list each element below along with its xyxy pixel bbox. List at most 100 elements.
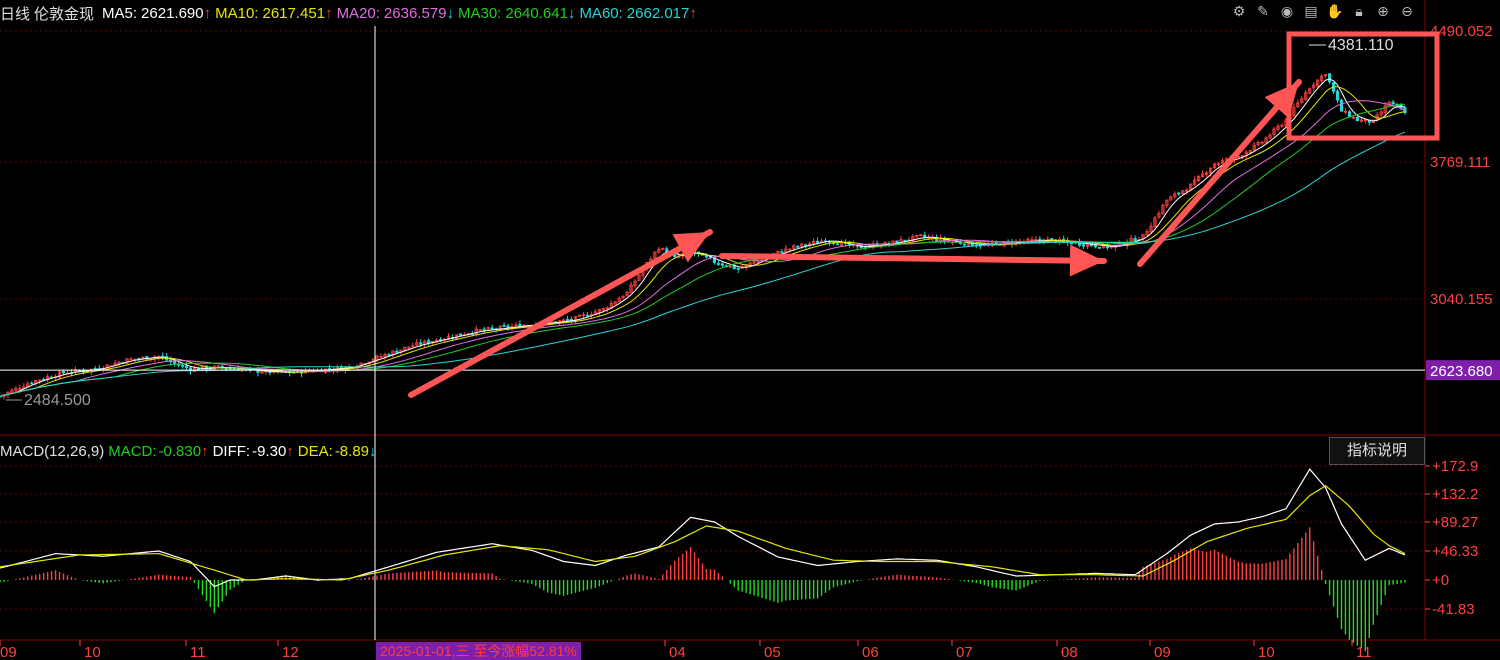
macd-title: MACD(12,26,9): [0, 442, 105, 460]
pen-icon[interactable]: ✎: [1254, 2, 1272, 20]
candle-body: [720, 263, 724, 266]
candle-body: [482, 328, 486, 331]
ma30-line: [0, 103, 1406, 397]
candle-body: [1081, 244, 1086, 247]
candle-body: [804, 244, 808, 247]
time-tick-label: 10: [84, 644, 101, 660]
time-tick-label: 06: [862, 644, 879, 660]
candle-body: [419, 342, 423, 345]
candle-body: [796, 245, 800, 248]
ma30-label: MA30:: [458, 4, 502, 22]
candle-body: [61, 370, 66, 374]
ma60-line: [0, 131, 1406, 397]
ma60-value: 2662.017: [626, 4, 690, 22]
hand-icon[interactable]: ✋: [1326, 2, 1344, 20]
time-tick-label: 11: [1356, 644, 1372, 660]
settings-icon[interactable]: ⚙: [1230, 2, 1248, 20]
time-tick-label: 04: [669, 644, 686, 660]
crosshair-date-tag: 2025-01-01,三 至今涨幅52.81%: [376, 642, 581, 660]
candle-body: [923, 234, 927, 238]
candle-body: [1355, 116, 1359, 122]
macd-arrow: ↑: [201, 442, 209, 460]
high-price-mark: 4381.110: [1328, 37, 1394, 54]
candle-body: [780, 251, 784, 254]
lock-icon[interactable]: 🔒︎: [1350, 2, 1368, 20]
current-price-label: 2623.680: [1430, 363, 1493, 380]
candle-body: [30, 382, 34, 385]
ma30-arrow: ↓: [567, 4, 576, 22]
chart-toolbar: ⚙ ✎ ◉ ▤ ✋ 🔒︎ ⊕ ⊖: [1230, 2, 1416, 20]
price-tick-label: 3040.155: [1430, 291, 1493, 308]
ma20-line: [0, 100, 1406, 397]
candle-body: [180, 364, 185, 367]
macd-legend: MACD(12,26,9) MACD: -0.830 ↑ DIFF: -9.30 ↑ D…: [0, 441, 381, 461]
candle-body: [962, 243, 967, 246]
dea-arrow: ↓: [369, 442, 377, 460]
candle-body: [1327, 73, 1332, 83]
candle-body: [958, 242, 963, 245]
candle-body: [1177, 192, 1181, 195]
ma60-label: MA60:: [579, 4, 623, 22]
ma10-value: 2617.451: [262, 4, 326, 22]
candle-body: [1093, 244, 1098, 248]
candle-body: [1097, 246, 1101, 249]
candle-body: [585, 314, 590, 317]
candle-body: [93, 368, 97, 370]
candle-body: [1133, 238, 1137, 242]
candle-body: [736, 267, 740, 270]
grid-lines: [0, 30, 1425, 610]
ma20-value: 2636.579: [383, 4, 447, 22]
time-tick-label: 10: [1258, 644, 1275, 660]
diff-value: -9.30: [252, 442, 287, 460]
sideways-arrow: [719, 253, 1107, 264]
diff-arrow: ↑: [286, 442, 294, 460]
time-tick-label: 08: [1061, 644, 1078, 660]
candle-body: [1347, 111, 1352, 118]
candle-body: [1050, 238, 1054, 240]
candle-body: [1339, 99, 1344, 112]
dea-label: DEA:: [297, 442, 333, 460]
uptrend-arrow-2: [1137, 79, 1302, 267]
candle-body: [565, 319, 570, 321]
ma20-arrow: ↓: [446, 4, 455, 22]
macd-histogram: [0, 527, 1406, 652]
eye-icon[interactable]: ◉: [1278, 2, 1296, 20]
time-tick-label: 11: [190, 644, 206, 660]
candle-body: [502, 325, 506, 327]
time-tick-label: 05: [764, 644, 781, 660]
candle-body: [184, 365, 189, 369]
ma-legend: 日线 伦敦金现 MA5: 2621.690 ↑ MA10: 2617.451 ↑ MA2…: [0, 2, 701, 24]
macd-value: -0.830: [158, 442, 202, 460]
candle-body: [1391, 101, 1395, 105]
symbol-label: 伦敦金现: [34, 5, 95, 23]
toolbox-icon[interactable]: ▤: [1302, 2, 1320, 20]
macd-tick-label: +132.2: [1432, 486, 1478, 503]
candle-body: [490, 327, 494, 330]
zoom-out-icon[interactable]: ⊖: [1398, 2, 1416, 20]
time-tick-label: 07: [956, 644, 973, 660]
zoom-in-icon[interactable]: ⊕: [1374, 2, 1392, 20]
ma20-label: MA20:: [336, 4, 380, 22]
diff-label: DIFF:: [212, 442, 251, 460]
dea-value: -8.89: [334, 442, 370, 460]
ma5-label: MA5:: [102, 4, 138, 22]
macd-tick-label: -41.83: [1432, 601, 1475, 618]
indicator-description-button[interactable]: 指标说明: [1329, 437, 1425, 465]
ma60-arrow: ↑: [689, 4, 697, 22]
candle-body: [427, 340, 431, 344]
ma30-value: 2640.641: [505, 4, 568, 22]
period-label: 日线: [0, 5, 31, 23]
ma10-arrow: ↑: [325, 4, 333, 22]
candle-body: [1335, 90, 1340, 101]
time-tick-label: 12: [282, 644, 299, 660]
macd-tick-label: +46.33: [1432, 543, 1478, 560]
macd-tick-label: +172.9: [1432, 458, 1478, 475]
candle-body: [903, 239, 907, 242]
candle-body: [815, 240, 820, 244]
candle-body: [835, 243, 840, 246]
ma10-label: MA10:: [215, 4, 259, 22]
candle-body: [458, 333, 462, 336]
chart-canvas: 4490.0523769.1113040.1552623.6804381.110…: [0, 0, 1500, 660]
candle-body: [387, 354, 391, 356]
candle-body: [716, 263, 720, 265]
